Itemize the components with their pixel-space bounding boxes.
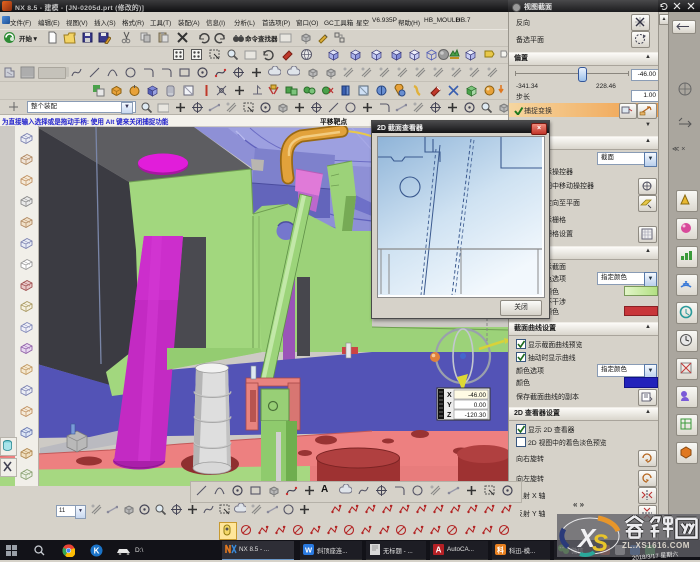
svg-text:0.00: 0.00 xyxy=(474,402,487,409)
svg-text:A: A xyxy=(436,546,442,555)
svg-text:S: S xyxy=(592,530,608,557)
svg-text:-46.00: -46.00 xyxy=(468,392,486,399)
svg-text:Y: Y xyxy=(447,402,452,409)
svg-text:X: X xyxy=(447,392,452,399)
svg-text:科: 科 xyxy=(497,546,504,555)
svg-text:Z: Z xyxy=(447,412,452,419)
svg-text:-120.30: -120.30 xyxy=(465,412,487,419)
svg-text:W: W xyxy=(305,546,313,555)
svg-text:K: K xyxy=(94,547,100,556)
